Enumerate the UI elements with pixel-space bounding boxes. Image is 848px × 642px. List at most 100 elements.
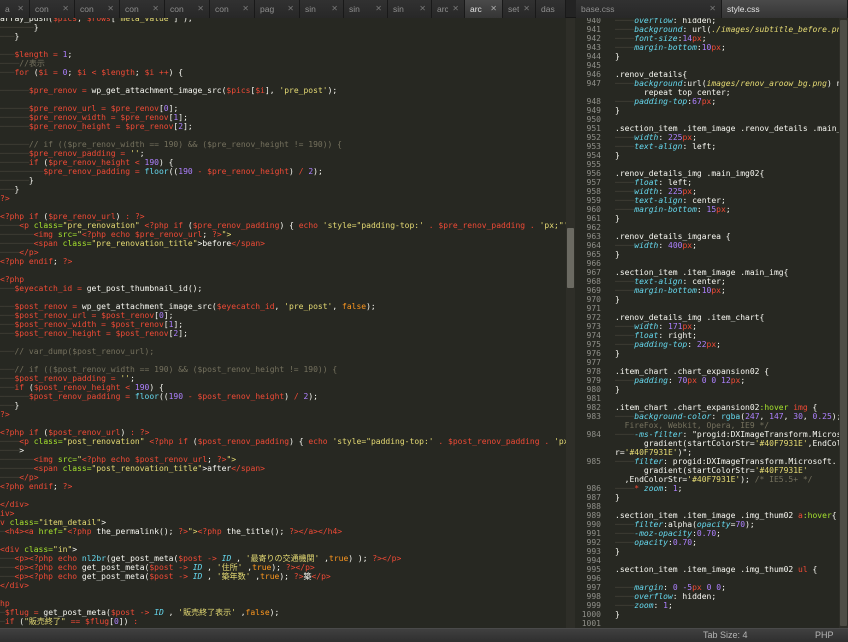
- tab-pag[interactable]: pag✕: [255, 0, 300, 18]
- code-line: <?php endif; ?>: [0, 482, 574, 491]
- line-number: 960: [576, 205, 601, 214]
- code-line: 969────margin-bottom:10px;: [576, 286, 848, 295]
- code-line: [0, 419, 574, 428]
- line-number: 947: [576, 79, 601, 88]
- code-text: ────</p>: [0, 248, 39, 257]
- tab-sin[interactable]: sin✕: [300, 0, 344, 18]
- code-line: ───$post_renov = wp_get_attachment_image…: [0, 302, 574, 311]
- code-text: ────>: [0, 446, 24, 455]
- code-line: ───────}: [0, 23, 574, 32]
- code-text: ───}: [0, 32, 19, 41]
- tab-style-css[interactable]: style.css: [722, 0, 848, 18]
- code-text: ──────$pre_renov = wp_get_attachment_ima…: [0, 86, 337, 95]
- code-line: 942────font-size:14px;: [576, 34, 848, 43]
- tab-close-icon[interactable]: ✕: [331, 5, 338, 13]
- tab-close-icon[interactable]: ✕: [242, 5, 249, 13]
- tab-close-icon[interactable]: ✕: [197, 5, 204, 13]
- line-number: 965: [576, 250, 601, 259]
- status-syntax-selector[interactable]: PHP: [815, 630, 834, 640]
- code-line: 946.renov_details{: [576, 70, 848, 79]
- code-line: ────<p class="pre_renovation" <?php if (…: [0, 221, 574, 230]
- tab-con[interactable]: con✕: [120, 0, 165, 18]
- tab-close-icon[interactable]: ✕: [62, 5, 69, 13]
- tab-close-icon[interactable]: ✕: [452, 5, 459, 13]
- code-text: ───$post_renov = wp_get_attachment_image…: [0, 302, 376, 311]
- code-line: 978.item_chart .chart_expansion02 {: [576, 367, 848, 376]
- code-line: ───$post_renov_height = $post_renov[2];: [0, 329, 574, 338]
- left-editor-pane[interactable]: array_push($pics, $rows['meta_value'] );…: [0, 18, 575, 628]
- left-scrollbar-thumb[interactable]: [567, 228, 574, 288]
- code-text: ──────$pre_renov_padding = '';: [0, 149, 145, 158]
- code-line: 996: [576, 574, 848, 583]
- tab-close-icon[interactable]: ✕: [287, 5, 294, 13]
- line-number: 958: [576, 187, 601, 196]
- tab-close-icon[interactable]: ✕: [107, 5, 114, 13]
- code-text: </div>: [0, 500, 29, 509]
- line-number: 973: [576, 322, 601, 331]
- line-number: 994: [576, 556, 601, 565]
- tab-arc[interactable]: arc✕: [432, 0, 465, 18]
- code-line: [0, 338, 574, 347]
- code-line: 972.renov_details_img .item_chart{: [576, 313, 848, 322]
- code-text: ───}: [0, 401, 19, 410]
- tab-label: con: [80, 4, 103, 14]
- tab-close-icon[interactable]: ✕: [523, 5, 530, 13]
- tab-das[interactable]: das: [536, 0, 566, 18]
- tab-con[interactable]: con ✕: [75, 0, 120, 18]
- tab-label: con: [35, 4, 58, 14]
- code-text: ────width: 171px;: [615, 322, 697, 331]
- code-text: r='#40F7931E')";: [615, 448, 692, 457]
- tab-close-icon[interactable]: ✕: [709, 5, 716, 13]
- code-line: 993}: [576, 547, 848, 556]
- code-text: ────overflow: hidden;: [615, 18, 716, 25]
- code-line: r='#40F7931E')";: [576, 448, 848, 457]
- tab-close-icon[interactable]: ✕: [152, 5, 159, 13]
- code-line: <?php if ($pre_renov_url) : ?>: [0, 212, 574, 221]
- right-scrollbar-thumb[interactable]: [840, 20, 847, 626]
- code-line: [0, 131, 574, 140]
- tab-con[interactable]: con ✕: [30, 0, 75, 18]
- code-text: ───────<span class="pre_renovation_title…: [0, 239, 265, 248]
- code-line: ─────────$pre_renov_padding = floor((190…: [0, 167, 574, 176]
- code-line: [0, 203, 574, 212]
- tab-close-icon[interactable]: ✕: [17, 5, 24, 13]
- tab-sin[interactable]: sin ✕: [344, 0, 388, 18]
- tab-sin[interactable]: sin✕: [388, 0, 432, 18]
- code-line: ───// if (($post_renov_width == 190) && …: [0, 365, 574, 374]
- tab-label: sin: [349, 4, 371, 14]
- line-number: 982: [576, 403, 601, 412]
- line-number: 991: [576, 529, 601, 538]
- line-number: 997: [576, 583, 601, 592]
- tab-close-icon[interactable]: ✕: [419, 5, 426, 13]
- status-tab-size[interactable]: Tab Size: 4: [703, 630, 748, 640]
- tab-con[interactable]: con✕: [210, 0, 255, 18]
- left-scrollbar[interactable]: [566, 18, 575, 628]
- tab-close-icon[interactable]: ✕: [375, 5, 382, 13]
- code-text: <?php endif; ?>: [0, 257, 72, 266]
- code-line: 981: [576, 394, 848, 403]
- right-code-lines: 940────overflow: hidden;941────backgroun…: [576, 18, 848, 628]
- line-number: 957: [576, 178, 601, 187]
- code-text: ──────$pre_renov_height = $pre_renov[2];: [0, 122, 193, 131]
- right-editor-pane[interactable]: 940────overflow: hidden;941────backgroun…: [576, 18, 848, 628]
- code-text: .section_item .item_image .img_thum02 a:…: [615, 511, 837, 520]
- tab-group-left: a✕con✕con✕con✕con✕con✕pag✕sin✕sin✕sin✕ar…: [0, 0, 576, 18]
- code-line: 947────background:url(images/renov_aroow…: [576, 79, 848, 88]
- code-line: 959────text-align: center;: [576, 196, 848, 205]
- code-text: }: [615, 349, 620, 358]
- tab-con[interactable]: con✕: [165, 0, 210, 18]
- code-line: 992────opacity:0.70;: [576, 538, 848, 547]
- tab-base-css[interactable]: base.css✕: [576, 0, 722, 18]
- tab-a[interactable]: a✕: [0, 0, 30, 18]
- code-text: ────padding-top: 22px;: [615, 340, 721, 349]
- tab-close-icon[interactable]: ✕: [490, 5, 497, 13]
- code-line: 970}: [576, 295, 848, 304]
- tab-set[interactable]: set✕: [503, 0, 536, 18]
- right-scrollbar[interactable]: [839, 18, 848, 628]
- code-line: ────//表示: [0, 59, 574, 68]
- tab-arc[interactable]: arc✕: [465, 0, 503, 18]
- code-text: ────<p class="pre_renovation" <?php if (…: [0, 221, 575, 230]
- code-text: }: [615, 250, 620, 259]
- code-text: ───────<img src="<?php echo $post_renov_…: [0, 455, 236, 464]
- line-number: 950: [576, 115, 601, 124]
